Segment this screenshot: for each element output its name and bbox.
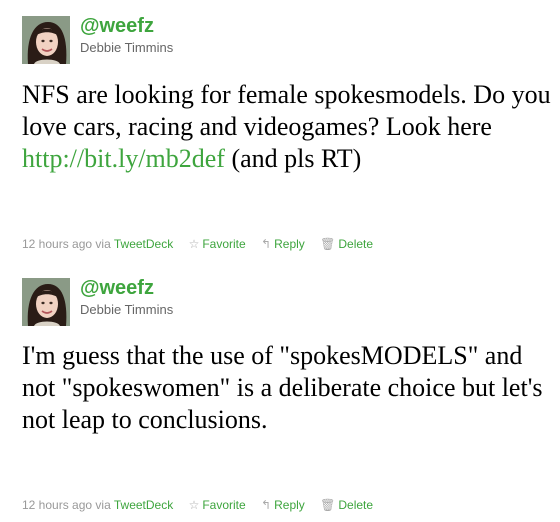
- timestamp-link[interactable]: 12 hours ago: [22, 498, 92, 512]
- reply-arrow-icon: ↰: [261, 498, 272, 512]
- tweet-text: NFS are looking for female spokesmodels.…: [22, 79, 552, 175]
- favorite-button[interactable]: ☆ Favorite: [189, 237, 246, 251]
- avatar-photo: [22, 278, 70, 326]
- reply-button[interactable]: ↰ Reply: [261, 498, 305, 512]
- via-label: via: [95, 498, 111, 512]
- star-icon: ☆: [188, 498, 200, 512]
- avatar[interactable]: [22, 278, 70, 326]
- delete-button[interactable]: 🗑 Delete: [320, 498, 373, 512]
- reply-arrow-icon: ↰: [261, 237, 272, 251]
- screen-name-link[interactable]: @weefz: [80, 277, 154, 300]
- tweet-meta: 12 hours ago via TweetDeck ☆ Favorite ↰ …: [22, 498, 373, 512]
- tweet-link[interactable]: http://bit.ly/mb2def: [22, 144, 225, 173]
- tweet-text-part: (and pls RT): [224, 144, 362, 173]
- favorite-button[interactable]: ☆ Favorite: [189, 498, 246, 512]
- tweet-text-part: NFS are looking for female spokesmodels.…: [22, 80, 551, 141]
- tweet-meta: 12 hours ago via TweetDeck ☆ Favorite ↰ …: [22, 237, 373, 251]
- trash-icon: 🗑: [320, 237, 336, 251]
- reply-label: Reply: [274, 498, 305, 512]
- favorite-label: Favorite: [202, 498, 246, 512]
- full-name: Debbie Timmins: [80, 40, 174, 55]
- avatar[interactable]: [22, 16, 70, 64]
- reply-label: Reply: [274, 237, 305, 251]
- screen-name-link[interactable]: @weefz: [80, 15, 154, 38]
- delete-label: Delete: [338, 498, 374, 512]
- trash-icon: 🗑: [320, 498, 336, 512]
- source-link[interactable]: TweetDeck: [114, 237, 173, 251]
- star-icon: ☆: [188, 237, 200, 251]
- delete-label: Delete: [338, 237, 374, 251]
- full-name: Debbie Timmins: [80, 302, 174, 317]
- reply-button[interactable]: ↰ Reply: [261, 237, 305, 251]
- favorite-label: Favorite: [202, 237, 246, 251]
- source-link[interactable]: TweetDeck: [114, 498, 173, 512]
- timestamp-link[interactable]: 12 hours ago: [22, 237, 92, 251]
- tweet-text: I'm guess that the use of "spokesMODELS"…: [22, 341, 543, 434]
- via-label: via: [95, 237, 111, 251]
- delete-button[interactable]: 🗑 Delete: [320, 237, 373, 251]
- avatar-photo: [22, 16, 70, 64]
